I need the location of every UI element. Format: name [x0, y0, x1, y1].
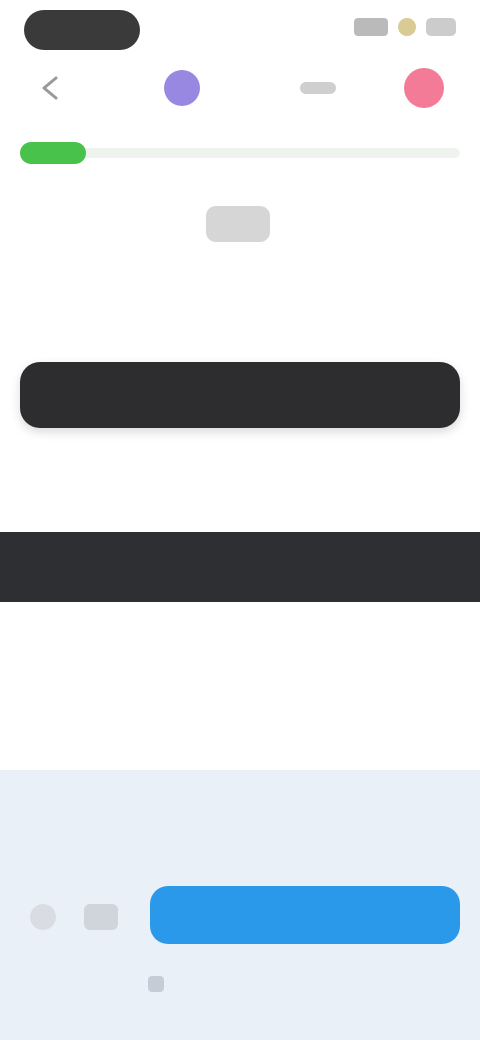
bottom-panel [0, 770, 480, 1040]
top-nav [0, 58, 480, 118]
center-chip [206, 206, 270, 242]
status-time-pill [24, 10, 140, 50]
brand-logo-icon [164, 70, 200, 106]
wifi-icon [398, 18, 416, 36]
info-icon [148, 976, 164, 992]
battery-icon [426, 18, 456, 36]
footer-row [148, 976, 174, 992]
progress-fill [20, 142, 86, 164]
notification-icon[interactable] [404, 68, 444, 108]
answer-field[interactable] [20, 362, 460, 428]
brand [164, 70, 210, 106]
cellular-icon [354, 18, 388, 36]
back-button[interactable] [30, 72, 70, 104]
header-right-label [300, 82, 336, 94]
progress-bar [20, 142, 460, 164]
chat-icon[interactable] [84, 904, 118, 930]
info-banner [0, 532, 480, 602]
favorite-icon[interactable] [30, 904, 56, 930]
status-icons [354, 18, 456, 36]
back-icon [42, 76, 58, 100]
primary-action-button[interactable] [150, 886, 460, 944]
price-text [146, 808, 326, 852]
